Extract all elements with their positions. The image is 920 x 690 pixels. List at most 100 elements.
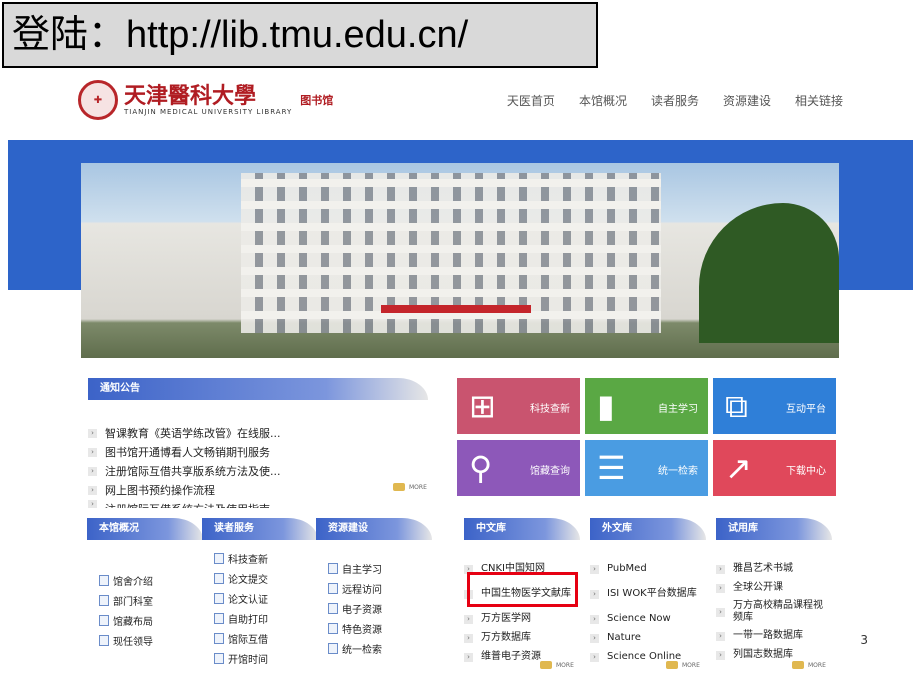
trial-db-more[interactable]: MORE (792, 661, 826, 669)
resources-item[interactable]: 电子资源 (316, 598, 432, 618)
folder-icon (393, 483, 405, 491)
page-number: 3 (860, 633, 868, 647)
arrow-icon: › (88, 467, 97, 476)
db-label: 雅昌艺术书城 (733, 563, 793, 574)
document-icon (328, 582, 338, 594)
foreign-db-more[interactable]: MORE (666, 661, 700, 669)
item-label: 远程访问 (342, 584, 382, 596)
resources-item[interactable]: 远程访问 (316, 578, 432, 598)
tile-label: 下载中心 (786, 466, 826, 477)
magnifier-icon: ⚲ (469, 449, 493, 487)
db-link[interactable]: › Nature (590, 629, 706, 647)
services-item[interactable]: 自助打印 (202, 608, 318, 628)
folder-icon (666, 661, 678, 669)
services-item[interactable]: 开馆时间 (202, 648, 318, 668)
arrow-icon: › (590, 633, 599, 643)
main-nav: 天医首页 本馆概况 读者服务 资源建设 相关链接 (507, 92, 843, 109)
item-label: 科技查新 (228, 554, 268, 566)
db-label: 万方医学网 (481, 613, 531, 624)
overview-item[interactable]: 馆舍介绍 (87, 570, 203, 590)
services-item[interactable]: 科技查新 (202, 548, 318, 568)
more-label: MORE (556, 661, 574, 669)
item-label: 部门科室 (113, 596, 153, 608)
arrow-icon: › (464, 614, 473, 624)
notice-more-link[interactable]: MORE (393, 483, 427, 491)
overview-item[interactable]: 部门科室 (87, 590, 203, 610)
item-label: 特色资源 (342, 624, 382, 636)
db-label: Nature (607, 632, 641, 643)
db-link[interactable]: › 万方数据库 (464, 629, 580, 647)
tile-label: 自主学习 (658, 404, 698, 415)
nav-links[interactable]: 相关链接 (795, 92, 843, 109)
tile-interactive[interactable]: ⧉ 互动平台 (713, 378, 836, 434)
services-header: 读者服务 (202, 518, 318, 540)
banner-image (81, 163, 839, 358)
notice-text: 图书馆开通博看人文畅销期刊服务 (105, 446, 270, 459)
notice-text: 注册馆际互借系统方法及使用指南 (105, 500, 270, 508)
db-link[interactable]: › ISI WOK平台数据库 (590, 579, 706, 609)
item-label: 馆舍介绍 (113, 576, 153, 588)
chinese-db-more[interactable]: MORE (540, 661, 574, 669)
nav-services[interactable]: 读者服务 (651, 92, 699, 109)
item-label: 统一检索 (342, 644, 382, 656)
notice-item[interactable]: › 注册馆际互借共享版系统方法及使... (88, 462, 428, 481)
resources-item[interactable]: 自主学习 (316, 558, 432, 578)
item-label: 开馆时间 (228, 654, 268, 666)
arrow-icon: › (590, 564, 599, 574)
item-label: 馆藏布局 (113, 616, 153, 628)
notice-item[interactable]: › 图书馆开通博看人文畅销期刊服务 (88, 443, 428, 462)
chinese-db-header: 中文库 (464, 518, 580, 540)
db-link[interactable]: › 全球公开课 (716, 579, 832, 597)
overview-header: 本馆概况 (87, 518, 203, 540)
item-label: 自助打印 (228, 614, 268, 626)
notice-panel: 通知公告 › 智课教育《英语学练改管》在线服... › 图书馆开通博看人文畅销期刊服… (88, 378, 428, 508)
nav-overview[interactable]: 本馆概况 (579, 92, 627, 109)
arrow-icon: › (88, 486, 97, 495)
nav-home[interactable]: 天医首页 (507, 92, 555, 109)
db-link[interactable]: › 万方医学网 (464, 610, 580, 628)
notice-item[interactable]: › 网上图书预约操作流程 (88, 481, 428, 500)
tile-sci-novelty[interactable]: ⊞ 科技查新 (457, 378, 580, 434)
resources-item[interactable]: 特色资源 (316, 618, 432, 638)
db-label: Science Now (607, 613, 671, 624)
services-panel: 读者服务 科技查新 论文提交 论文认证 自助打印 馆际互借 开馆时间 (202, 518, 318, 668)
services-item[interactable]: 论文提交 (202, 568, 318, 588)
item-label: 论文提交 (228, 574, 268, 586)
services-item[interactable]: 馆际互借 (202, 628, 318, 648)
nav-resources[interactable]: 资源建设 (723, 92, 771, 109)
tile-catalog-search[interactable]: ⚲ 馆藏查询 (457, 440, 580, 496)
tile-download-center[interactable]: ↗ 下载中心 (713, 440, 836, 496)
document-icon (214, 572, 224, 584)
notice-item[interactable]: › 注册馆际互借系统方法及使用指南 (88, 500, 428, 508)
item-label: 现任领导 (113, 636, 153, 648)
services-item[interactable]: 论文认证 (202, 588, 318, 608)
document-icon (99, 594, 109, 606)
chart-up-icon: ↗ (725, 449, 752, 487)
notice-item[interactable]: › 智课教育《英语学练改管》在线服... (88, 424, 428, 443)
overview-item[interactable]: 馆藏布局 (87, 610, 203, 630)
tile-unified-search[interactable]: ☰ 统一检索 (585, 440, 708, 496)
document-icon (328, 602, 338, 614)
db-label: ISI WOK平台数据库 (607, 588, 697, 599)
db-link[interactable]: › 一带一路数据库 (716, 627, 832, 645)
resources-item[interactable]: 统一检索 (316, 638, 432, 658)
resources-panel: 资源建设 自主学习 远程访问 电子资源 特色资源 统一检索 (316, 518, 432, 658)
resources-header: 资源建设 (316, 518, 432, 540)
overview-item[interactable]: 现任领导 (87, 630, 203, 650)
folder-icon (792, 661, 804, 669)
site-header: ✚ 天津醫科大學 TIANJIN MEDICAL UNIVERSITY LIBR… (8, 70, 913, 138)
tile-self-study[interactable]: ▮ 自主学习 (585, 378, 708, 434)
library-logo[interactable]: ✚ 天津醫科大學 TIANJIN MEDICAL UNIVERSITY LIBR… (78, 78, 356, 122)
db-link[interactable]: › 万方高校精品课程视频库 (716, 598, 832, 626)
logo-name-cn: 天津醫科大學 (124, 83, 257, 109)
document-icon (328, 642, 338, 654)
db-link[interactable]: › 雅昌艺术书城 (716, 560, 832, 578)
building-sign (381, 305, 531, 313)
tile-label: 互动平台 (786, 404, 826, 415)
db-link[interactable]: › PubMed (590, 560, 706, 578)
db-link[interactable]: › Science Now (590, 610, 706, 628)
item-label: 自主学习 (342, 564, 382, 576)
db-label: 列国志数据库 (733, 649, 793, 660)
document-icon (214, 592, 224, 604)
tile-label: 统一检索 (658, 466, 698, 477)
